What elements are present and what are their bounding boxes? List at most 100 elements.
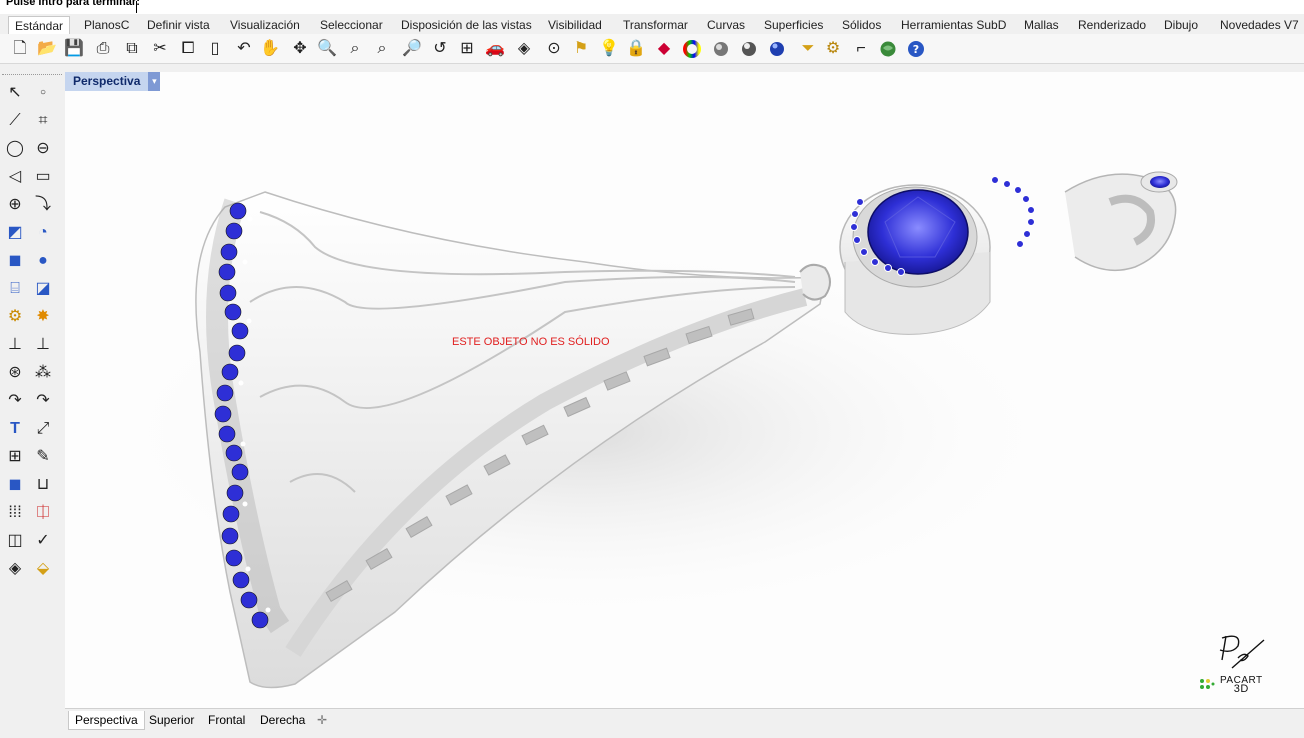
toolbar-tab-strip: Estándar PlanosC Definir vista Visualiza… — [0, 14, 1304, 34]
polygon-icon[interactable]: ⊕ — [3, 193, 27, 217]
material-sphere-icon[interactable] — [710, 38, 732, 60]
pan-hand-icon[interactable]: ✋ — [259, 38, 281, 60]
tab-visualizacion[interactable]: Visualización — [224, 16, 306, 34]
display-mode-icon[interactable]: ⚑ — [570, 38, 592, 60]
viewport-title-label[interactable]: Perspectiva — [65, 72, 149, 91]
viewport-tab-derecha[interactable]: Derecha — [254, 711, 311, 730]
tab-seleccionar[interactable]: Seleccionar — [314, 16, 389, 34]
tab-solidos[interactable]: Sólidos — [836, 16, 887, 34]
ellipse-icon[interactable]: ⊖ — [31, 137, 55, 161]
tab-planosc[interactable]: PlanosC — [78, 16, 135, 34]
svg-text:?: ? — [913, 43, 919, 56]
trim-icon[interactable]: ⊥ — [3, 333, 27, 357]
mesh-surface-icon[interactable]: ◪ — [31, 277, 55, 301]
rectangle-icon[interactable]: ▭ — [31, 165, 55, 189]
print-icon[interactable]: ⎙ — [92, 38, 114, 60]
perspective-viewport[interactable] — [65, 72, 1304, 708]
lock-icon[interactable]: 🔒 — [625, 38, 647, 60]
paste-icon[interactable]: ▯ — [204, 38, 226, 60]
check-icon[interactable]: ✓ — [31, 529, 55, 553]
zoom-extents-icon[interactable]: ⌕ — [371, 38, 393, 60]
zoom-selected-icon[interactable]: 🔎 — [401, 38, 423, 60]
cylinder-icon[interactable]: ⌸ — [3, 277, 27, 301]
point-filter-icon[interactable]: ⊙ — [543, 38, 565, 60]
boolean-icon[interactable]: ⊛ — [3, 361, 27, 385]
render-blue-icon[interactable] — [766, 38, 788, 60]
viewport-tab-frontal[interactable]: Frontal — [202, 711, 251, 730]
viewport-tab-perspectiva[interactable]: Perspectiva — [68, 711, 145, 730]
render-sphere-icon[interactable] — [738, 38, 760, 60]
toolbar-grip[interactable] — [2, 74, 62, 77]
new-file-icon[interactable]: 🗋 — [9, 38, 31, 60]
history-icon[interactable]: ⎅ — [31, 501, 55, 525]
tab-superficies[interactable]: Superficies — [758, 16, 829, 34]
tab-disposicion-vistas[interactable]: Disposición de las vistas — [395, 16, 538, 34]
tab-estandar[interactable]: Estándar — [8, 16, 71, 34]
tab-mallas[interactable]: Mallas — [1018, 16, 1065, 34]
sphere-icon[interactable]: ● — [31, 249, 55, 273]
box-icon[interactable]: ◼ — [3, 249, 27, 273]
surface-icon[interactable]: ◩ — [3, 221, 27, 245]
four-viewports-icon[interactable]: ⊞ — [456, 38, 478, 60]
viewport-title[interactable]: Perspectiva ▾ — [65, 72, 161, 91]
tab-dibujo[interactable]: Dibujo — [1158, 16, 1204, 34]
analyze-icon[interactable]: ◫ — [3, 529, 27, 553]
array-icon[interactable]: ⁞⁞⁞ — [3, 501, 27, 525]
command-line[interactable]: Pulse Intro para terminar: — [0, 0, 1304, 14]
help-icon[interactable]: ? — [905, 38, 927, 60]
rotate-view-icon[interactable]: ✥ — [289, 38, 311, 60]
add-viewport-plus-icon[interactable]: ✛ — [311, 711, 333, 730]
text-icon[interactable]: T — [3, 417, 27, 441]
revolve-icon[interactable]: ◔ — [31, 221, 55, 245]
tab-definir-vista[interactable]: Definir vista — [141, 16, 216, 34]
globe-icon[interactable] — [877, 38, 899, 60]
tab-visibilidad[interactable]: Visibilidad — [542, 16, 608, 34]
render-icon[interactable]: ◈ — [3, 557, 27, 581]
save-icon[interactable]: 💾 — [63, 38, 85, 60]
select-arrow-icon[interactable]: ↖ — [3, 81, 27, 105]
undo-icon[interactable]: ↶ — [233, 38, 255, 60]
filter-icon[interactable]: ⏷ — [797, 38, 819, 60]
properties-icon[interactable]: ✎ — [31, 445, 55, 469]
zoom-window-icon[interactable]: ⌕ — [344, 38, 366, 60]
explode-icon[interactable]: ✸ — [31, 305, 55, 329]
viewport-menu-chevron-icon[interactable]: ▾ — [148, 72, 161, 91]
arc-icon[interactable]: ◁ — [3, 165, 27, 189]
tab-transformar[interactable]: Transformar — [617, 16, 694, 34]
open-folder-icon[interactable]: 📂 — [36, 38, 58, 60]
undo-view-icon[interactable]: ↺ — [429, 38, 451, 60]
scale-icon[interactable]: ⤢ — [31, 417, 55, 441]
viewport-tab-superior[interactable]: Superior — [143, 711, 200, 730]
layer-icon[interactable]: ◆ — [653, 38, 675, 60]
car-icon[interactable]: 🚗 — [484, 38, 506, 60]
circle-icon[interactable]: ◯ — [3, 137, 27, 161]
tab-herramientas-subd[interactable]: Herramientas SubD — [895, 16, 1012, 34]
tab-novedades-v7[interactable]: Novedades V7 — [1214, 16, 1304, 34]
blend-icon[interactable]: ↷ — [31, 389, 55, 413]
settings-gear-icon[interactable]: ⚙ — [822, 38, 844, 60]
command-prompt: Pulse Intro para terminar: — [6, 0, 140, 8]
cut-icon[interactable]: ✂ — [149, 38, 171, 60]
split-icon[interactable]: ⊥ — [31, 333, 55, 357]
fillet-curve-icon[interactable]: ⤵ — [31, 193, 55, 217]
zoom-icon[interactable]: 🔍 — [316, 38, 338, 60]
join-icon[interactable]: ⁂ — [31, 361, 55, 385]
tab-renderizado[interactable]: Renderizado — [1072, 16, 1152, 34]
solid-box-icon[interactable]: ◼ — [3, 473, 27, 497]
offset-icon[interactable]: ↷ — [3, 389, 27, 413]
pacart-logo-text: PACART 3D — [1220, 676, 1263, 695]
import-icon[interactable]: ⧉ — [121, 38, 143, 60]
copy-icon[interactable]: ⧠ — [177, 38, 199, 60]
color-icon[interactable] — [681, 38, 703, 60]
light-icon[interactable]: 💡 — [598, 38, 620, 60]
construction-plane-icon[interactable]: ◈ — [513, 38, 535, 60]
grasshopper-icon[interactable]: ⌐ — [850, 38, 872, 60]
curve-control-icon[interactable]: ⌗ — [31, 109, 55, 133]
tab-curvas[interactable]: Curvas — [701, 16, 751, 34]
dimension-icon[interactable]: ⊔ — [31, 473, 55, 497]
point-icon[interactable]: ○ — [31, 81, 55, 105]
grid-array-icon[interactable]: ⊞ — [3, 445, 27, 469]
polyline-icon[interactable]: ⟋ — [3, 109, 27, 133]
paint-icon[interactable]: ⬙ — [31, 557, 55, 581]
gear-icon[interactable]: ⚙ — [3, 305, 27, 329]
